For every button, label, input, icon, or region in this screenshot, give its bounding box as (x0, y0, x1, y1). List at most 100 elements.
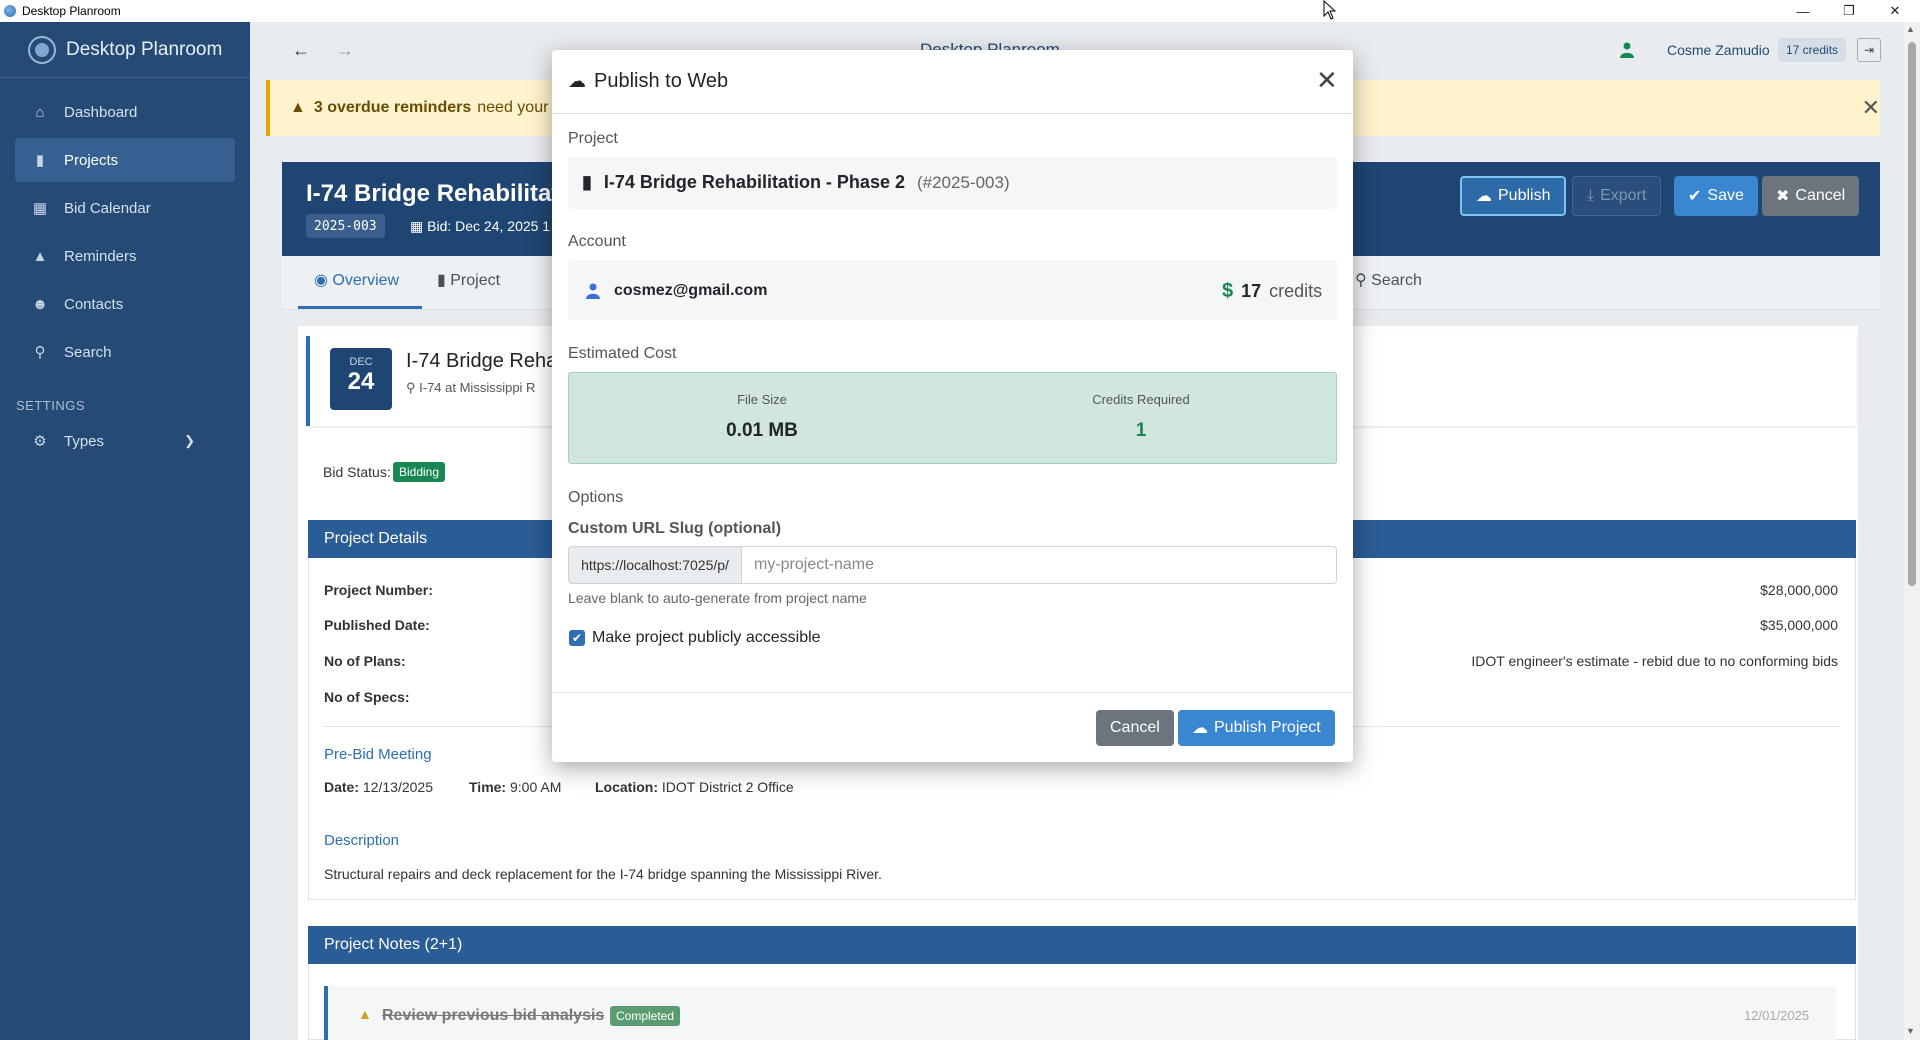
folder-icon: ▮ (437, 272, 451, 289)
prebid-time-label: Time: (469, 779, 507, 795)
save-label: Save (1707, 187, 1744, 204)
cloud-upload-icon: ☁ (568, 71, 586, 91)
user-name[interactable]: Cosme Zamudio (1667, 42, 1770, 58)
cancel-label: Cancel (1110, 719, 1160, 736)
credits-badge: 17 credits (1778, 38, 1847, 62)
mouse-cursor-icon (1323, 0, 1337, 20)
account-credits: $ 17 credits (1222, 280, 1322, 303)
prebid-heading: Pre-Bid Meeting (324, 746, 432, 763)
publish-project-button[interactable]: ☁ Publish Project (1178, 710, 1335, 746)
tab-project[interactable]: ▮ Project (437, 270, 500, 290)
modal-cancel-button[interactable]: Cancel (1096, 710, 1174, 746)
bell-icon: ▲ (290, 99, 306, 116)
settings-heading: SETTINGS (16, 398, 86, 413)
slug-help-text: Leave blank to auto-generate from projec… (568, 590, 867, 606)
cancel-label: Cancel (1795, 187, 1846, 204)
logout-icon[interactable]: ⇥ (1857, 38, 1881, 62)
x-icon: ✖ (1776, 188, 1790, 205)
slug-input[interactable] (741, 546, 1337, 584)
credits-required-value: 1 (1135, 420, 1147, 441)
sidebar-item-contacts[interactable]: ☻ Contacts (15, 282, 235, 326)
sidebar-item-dashboard[interactable]: ⌂ Dashboard (15, 90, 235, 134)
section-title: Project Notes (2+1) (324, 936, 463, 953)
export-label: Export (1600, 187, 1647, 204)
scroll-down-icon[interactable]: ▼ (1906, 1026, 1915, 1036)
date-month: DEC (349, 356, 373, 368)
folder-icon: ▮ (35, 152, 45, 169)
file-size-label: File Size (737, 392, 787, 407)
sidebar-nav: ⌂ Dashboard ▮ Projects ▦ Bid Calendar ▲ … (0, 78, 250, 374)
note-date: 12/01/2025 (1744, 1008, 1810, 1023)
note-status-badge: Completed (610, 1006, 681, 1026)
scrollbar-thumb[interactable] (1908, 42, 1916, 586)
project-notes-heading: Project Notes (2+1) (308, 926, 1856, 964)
map-pin-icon: ⚲ (406, 380, 420, 395)
description-heading: Description (324, 832, 400, 849)
bid-status-label: Bid Status: (323, 464, 391, 480)
date-day: 24 (347, 368, 375, 395)
public-checkbox-label[interactable]: Make project publicly accessible (592, 629, 821, 647)
search-icon: ⚲ (1355, 272, 1372, 289)
sidebar-item-label: Dashboard (64, 103, 138, 121)
cancel-edit-button[interactable]: ✖ Cancel (1762, 176, 1860, 216)
project-number-badge: 2025-003 (306, 214, 385, 238)
bid-status-badge: Bidding (393, 462, 446, 482)
check-icon: ✔ (1688, 188, 1702, 205)
pin-icon: ▲ (358, 1006, 372, 1022)
modal-title: ☁ Publish to Web (568, 70, 728, 93)
tab-label: Overview (332, 272, 400, 289)
export-button[interactable]: ⤓ Export (1572, 176, 1662, 216)
alert-close-icon[interactable]: ✕ (1862, 95, 1880, 121)
window-title: Desktop Planroom (22, 4, 121, 18)
modal-title-text: Publish to Web (594, 70, 729, 92)
sidebar-item-search[interactable]: ⚲ Search (15, 330, 235, 374)
public-checkbox[interactable]: ✔ (569, 630, 585, 646)
back-arrow-icon[interactable]: ← (292, 40, 310, 61)
account-email-row: cosmez@gmail.com (586, 282, 767, 300)
project-number: (#2025-003) (916, 172, 1010, 192)
sidebar-item-types[interactable]: ⚙ Types ❯ (0, 421, 250, 461)
tab-search[interactable]: ⚲ Search (1355, 270, 1422, 290)
publish-button[interactable]: ☁ Publish (1460, 176, 1567, 216)
download-icon: ⤓ (1587, 187, 1595, 204)
tab-overview[interactable]: ◉ Overview (314, 270, 399, 290)
eye-icon: ◉ (314, 272, 333, 289)
calendar-icon: ▦ (410, 218, 428, 234)
brand[interactable]: Desktop Planroom (0, 22, 250, 78)
close-window-button[interactable]: ✕ (1872, 0, 1918, 22)
sidebar-item-projects[interactable]: ▮ Projects (15, 138, 235, 182)
sidebar-item-label: Search (64, 343, 112, 361)
file-icon: ▮ (582, 172, 592, 192)
save-button[interactable]: ✔ Save (1674, 176, 1758, 216)
sidebar-item-label: Reminders (64, 247, 137, 265)
detail-label: No of Specs: (324, 689, 410, 705)
tab-label: Search (1371, 272, 1422, 289)
tab-label: Project (450, 272, 501, 289)
restore-button[interactable]: ❐ (1826, 0, 1872, 22)
detail-label: No of Plans: (324, 653, 406, 669)
prebid-date-value: 12/13/2025 (362, 779, 433, 795)
active-tab-indicator (298, 306, 422, 309)
prebid-time-value: 9:00 AM (509, 779, 562, 795)
scroll-up-icon[interactable]: ▲ (1906, 24, 1915, 34)
users-icon: ☻ (32, 295, 48, 313)
detail-label: Project Number: (324, 582, 433, 598)
window-titlebar: Desktop Planroom — ❐ ✕ (0, 0, 1920, 22)
minimize-button[interactable]: — (1780, 0, 1826, 22)
sidebar-item-label: Types (64, 432, 105, 450)
location-text: I-74 at Mississippi R (419, 380, 536, 395)
detail-value: IDOT engineer's estimate - rebid due to … (1471, 653, 1838, 669)
modal-footer-divider (552, 692, 1353, 693)
project-title: I-74 Bridge Rehabilitat (306, 180, 560, 207)
description-text: Structural repairs and deck replacement … (324, 866, 882, 882)
file-size-value: 0.01 MB (726, 420, 798, 441)
credits-unit: credits (1269, 281, 1323, 301)
project-label: Project (568, 130, 618, 147)
forward-arrow-icon[interactable]: → (336, 40, 354, 61)
alert-text: need your a (477, 99, 562, 116)
sidebar-item-bid-calendar[interactable]: ▦ Bid Calendar (15, 186, 235, 230)
project-line: ▮ I-74 Bridge Rehabilitation - Phase 2 (… (582, 172, 1010, 193)
sidebar-item-reminders[interactable]: ▲ Reminders (15, 234, 235, 278)
sidebar-item-label: Projects (64, 151, 119, 169)
modal-close-icon[interactable]: ✕ (1316, 67, 1338, 93)
